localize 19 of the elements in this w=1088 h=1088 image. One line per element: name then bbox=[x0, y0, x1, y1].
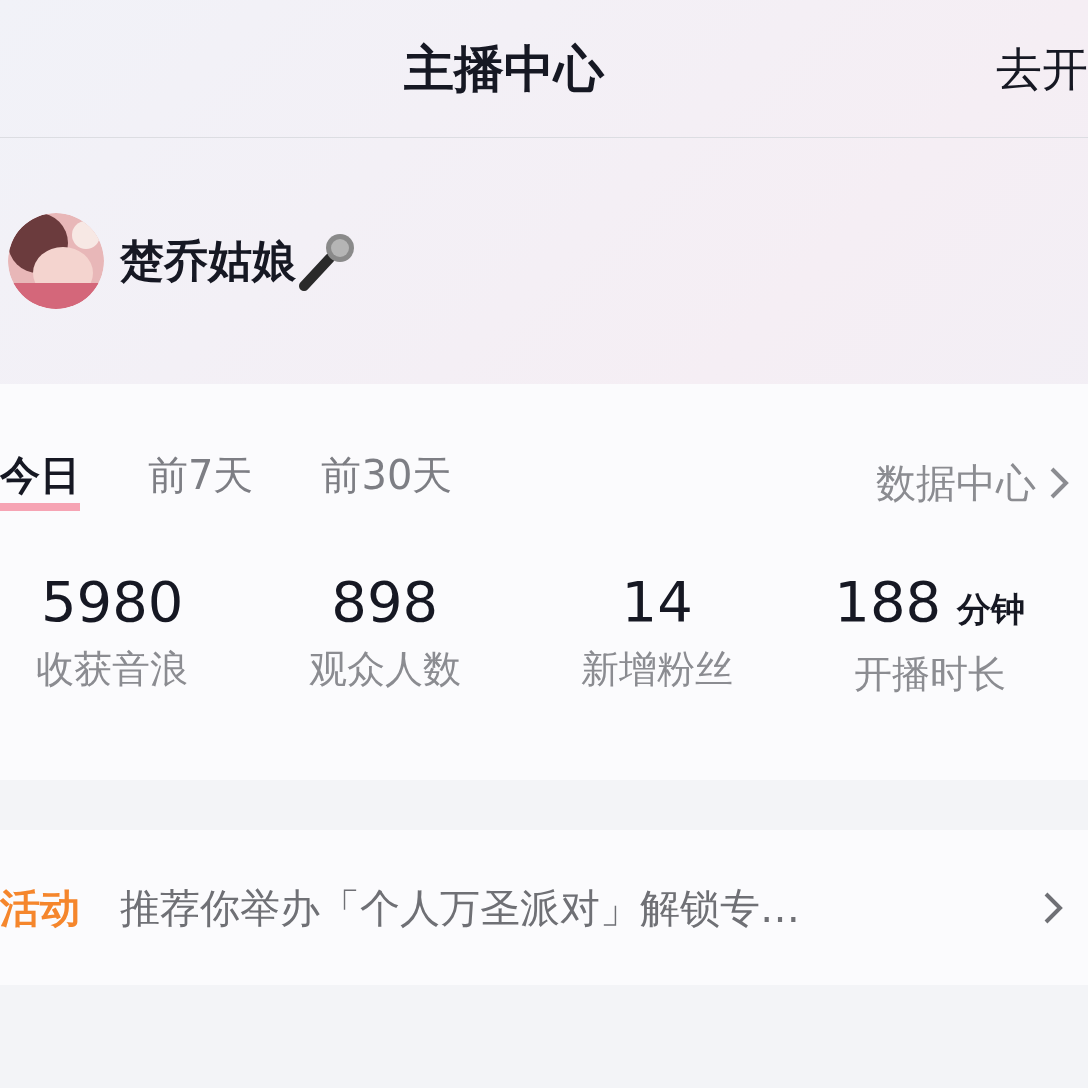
page-title: 主播中心 bbox=[404, 43, 604, 94]
stat-value: 188 bbox=[834, 574, 942, 630]
stat-label: 开播时长 bbox=[853, 655, 1006, 693]
period-tab[interactable]: 前30天 bbox=[321, 455, 453, 511]
stat-label: 收获音浪 bbox=[36, 650, 189, 688]
data-center-link[interactable]: 数据中心 bbox=[876, 453, 1070, 513]
activity-tag: 活动 bbox=[0, 877, 80, 938]
go-live-link[interactable]: 去开 bbox=[996, 45, 1088, 92]
stat-label: 新增粉丝 bbox=[581, 650, 734, 688]
stat-unit: 分钟 bbox=[957, 588, 1026, 631]
stat-value: 14 bbox=[621, 574, 693, 630]
chevron-right-icon bbox=[1048, 465, 1070, 501]
period-tab[interactable]: 今日 bbox=[0, 455, 80, 511]
stat-value: 898 bbox=[331, 574, 439, 630]
user-name: 楚乔姑娘 bbox=[120, 234, 296, 288]
stat-label: 观众人数 bbox=[308, 650, 461, 688]
activity-text[interactable]: 推荐你举办「个人万圣派对」解锁专… bbox=[120, 877, 800, 938]
period-tab[interactable]: 前7天 bbox=[148, 455, 254, 511]
stat-value: 5980 bbox=[41, 574, 184, 630]
